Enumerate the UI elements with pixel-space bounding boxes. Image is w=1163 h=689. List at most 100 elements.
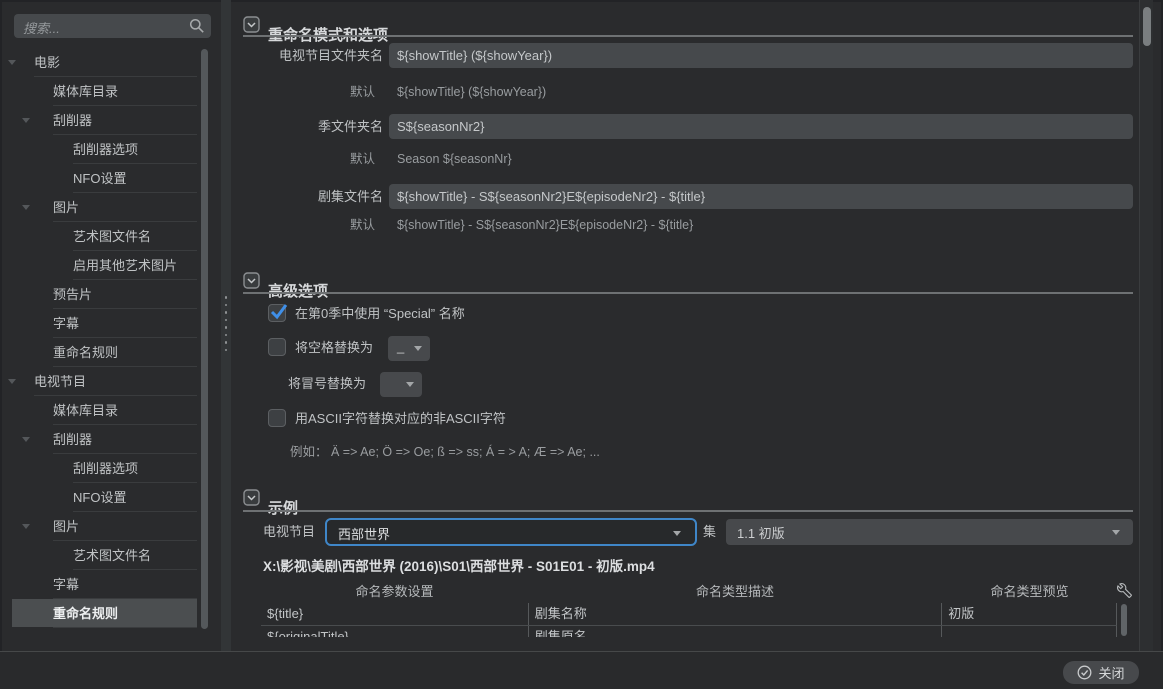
tree-item[interactable]: 刮削器选项 xyxy=(0,135,200,164)
sidebar-scrollbar[interactable] xyxy=(201,49,208,629)
tree-item[interactable]: 刮削器 xyxy=(0,425,200,454)
tree-item[interactable]: 重命名规则 xyxy=(0,599,200,628)
expand-arrow-icon[interactable] xyxy=(8,379,16,384)
content-scrollbar[interactable] xyxy=(1139,0,1153,651)
footer-bar: 关闭 xyxy=(0,651,1163,689)
settings-content: 重命名模式和选项 电视节目文件夹名${showTitle} (${showYea… xyxy=(233,0,1133,637)
chevron-down-icon xyxy=(414,346,422,351)
tree-item[interactable]: 图片 xyxy=(0,193,200,222)
content-scrollbar-thumb[interactable] xyxy=(1143,7,1151,46)
table-row[interactable]: ${originalTitle}剧集原名 xyxy=(261,626,1117,637)
expand-arrow-icon[interactable] xyxy=(22,437,30,442)
chevron-down-icon xyxy=(1112,530,1120,535)
settings-tree: 电影媒体库目录刮削器刮削器选项NFO设置图片艺术图文件名启用其他艺术图片预告片字… xyxy=(0,48,200,637)
example-episode-select[interactable]: 1.1 初版 xyxy=(726,519,1133,545)
tree-item-label: 字幕 xyxy=(53,577,79,592)
tree-item[interactable]: 重命名规则 xyxy=(0,338,200,367)
tree-item[interactable]: 图片 xyxy=(0,512,200,541)
close-button[interactable]: 关闭 xyxy=(1063,661,1139,684)
tree-item[interactable]: 艺术图文件名 xyxy=(0,222,200,251)
tree-item-label: 刮削器 xyxy=(53,113,92,128)
tree-item-label: 刮削器选项 xyxy=(73,461,138,476)
splitter-handle[interactable] xyxy=(221,0,231,651)
pattern-input[interactable]: S${seasonNr2} xyxy=(389,114,1133,139)
default-value: ${showTitle} - S${seasonNr2}E${episodeNr… xyxy=(397,217,693,233)
tree-item[interactable]: 媒体库目录 xyxy=(0,77,200,106)
table-column-header: 命名类型预览 xyxy=(942,583,1117,603)
example-show-select[interactable]: 西部世界 xyxy=(325,518,697,546)
tree-item[interactable]: 预告片 xyxy=(0,280,200,309)
tree-item-label: 艺术图文件名 xyxy=(73,229,151,244)
section-collapse-icon[interactable] xyxy=(243,16,260,33)
expand-arrow-icon[interactable] xyxy=(22,118,30,123)
tree-item-label: 媒体库目录 xyxy=(53,403,118,418)
table-cell: 剧集原名 xyxy=(528,626,942,637)
token-table-header: 命名参数设置命名类型描述命名类型预览 xyxy=(261,583,1117,603)
tree-item[interactable]: 电影 xyxy=(0,48,200,77)
search-input[interactable]: 搜索... xyxy=(14,14,211,38)
tree-item-label: 图片 xyxy=(53,200,79,215)
tree-item-label: 刮削器选项 xyxy=(73,142,138,157)
tree-item-label: 刮削器 xyxy=(53,432,92,447)
table-cell: ${title} xyxy=(261,603,528,625)
section-divider xyxy=(243,510,1133,512)
tree-item[interactable]: 刮削器 xyxy=(0,106,200,135)
tree-item[interactable]: NFO设置 xyxy=(0,164,200,193)
pattern-label: 剧集文件名 xyxy=(233,184,383,209)
colon-replacement-select[interactable] xyxy=(380,372,422,397)
settings-window: { "window": { "bg": "#2a2b2d", "accent_b… xyxy=(0,0,1163,689)
ascii-replace-label: 用ASCII字符替换对应的非ASCII字符 xyxy=(295,408,506,427)
tree-item[interactable]: 字幕 xyxy=(0,309,200,338)
example-show-label: 电视节目 xyxy=(263,518,315,546)
special-season-checkbox-row[interactable]: 在第0季中使用 “Special” 名称 xyxy=(268,303,465,322)
tree-item-label: 电视节目 xyxy=(34,374,86,389)
tree-item[interactable]: 刮削器选项 xyxy=(0,454,200,483)
pattern-label: 季文件夹名 xyxy=(233,114,383,139)
section-collapse-icon[interactable] xyxy=(243,489,260,506)
tree-item[interactable]: NFO设置 xyxy=(0,483,200,512)
table-cell: ${originalTitle} xyxy=(261,626,528,637)
section-divider xyxy=(243,292,1133,294)
special-season-label: 在第0季中使用 “Special” 名称 xyxy=(295,303,465,322)
replace-space-checkbox-row[interactable]: 将空格替换为 xyxy=(268,337,373,356)
ascii-hint: 例如： Ä => Ae; Ö => Oe; ß => ss; Á = > A; … xyxy=(290,441,600,460)
tree-item[interactable]: 启用其他艺术图片 xyxy=(0,251,200,280)
table-cell: 剧集名称 xyxy=(528,603,942,625)
tree-item-label: 电影 xyxy=(34,55,60,70)
tree-item[interactable]: 媒体库目录 xyxy=(0,396,200,425)
tree-item-label: 图片 xyxy=(53,519,79,534)
tree-item-label: 预告片 xyxy=(53,287,92,302)
token-table-body: ${title}剧集名称初版${originalTitle}剧集原名 xyxy=(261,603,1117,637)
tree-item-label: 重命名规则 xyxy=(53,606,118,621)
tree-item[interactable]: 电视节目 xyxy=(0,367,200,396)
space-replacement-select[interactable]: _ xyxy=(388,336,430,361)
pattern-input[interactable]: ${showTitle} - S${seasonNr2}E${episodeNr… xyxy=(389,184,1133,209)
tree-item[interactable]: 艺术图文件名 xyxy=(0,541,200,570)
space-replacement-value: _ xyxy=(397,339,404,354)
expand-arrow-icon[interactable] xyxy=(22,205,30,210)
tree-item-label: NFO设置 xyxy=(73,490,126,505)
search-placeholder: 搜索... xyxy=(23,18,60,37)
tree-item[interactable]: 字幕 xyxy=(0,570,200,599)
ascii-replace-checkbox-row[interactable]: 用ASCII字符替换对应的非ASCII字符 xyxy=(268,408,506,427)
example-episode-value: 1.1 初版 xyxy=(737,523,785,542)
tree-item-label: 媒体库目录 xyxy=(53,84,118,99)
expand-arrow-icon[interactable] xyxy=(22,524,30,529)
table-cell xyxy=(941,626,1116,637)
checkbox-unchecked-icon[interactable] xyxy=(268,409,286,427)
pattern-input[interactable]: ${showTitle} (${showYear}) xyxy=(389,43,1133,68)
example-show-value: 西部世界 xyxy=(338,524,390,543)
wrench-icon[interactable] xyxy=(1117,583,1132,598)
section-collapse-icon[interactable] xyxy=(243,272,260,289)
table-row[interactable]: ${title}剧集名称初版 xyxy=(261,603,1117,626)
tree-item-label: 启用其他艺术图片 xyxy=(73,258,177,273)
example-result-path: X:\影视\美剧\西部世界 (2016)\S01\西部世界 - S01E01 -… xyxy=(263,555,655,575)
checkbox-checked-icon[interactable] xyxy=(268,304,286,322)
table-column-header: 命名类型描述 xyxy=(528,583,942,603)
checkbox-unchecked-icon[interactable] xyxy=(268,338,286,356)
check-circle-icon xyxy=(1077,665,1092,680)
table-scrollbar[interactable] xyxy=(1121,604,1127,636)
default-value: ${showTitle} (${showYear}) xyxy=(397,84,546,100)
default-label: 默认 xyxy=(233,151,375,167)
expand-arrow-icon[interactable] xyxy=(8,60,16,65)
